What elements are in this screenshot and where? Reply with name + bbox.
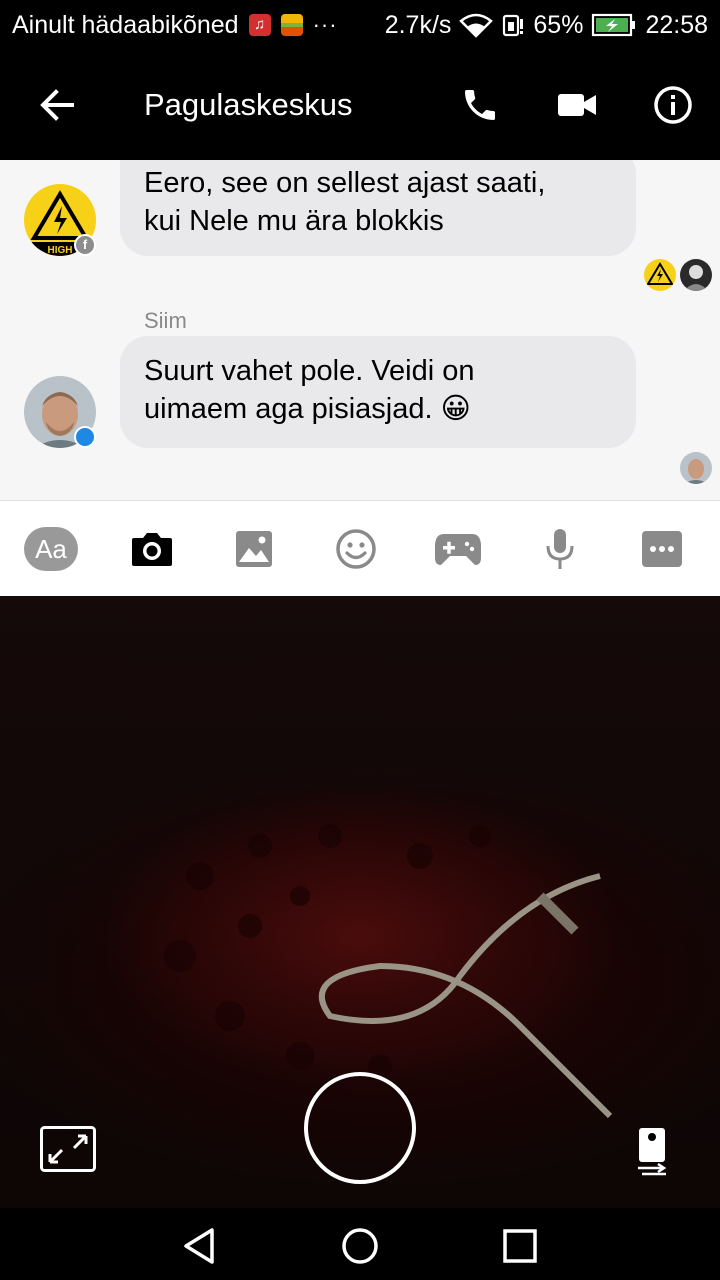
message-text-line: Eero, see on sellest ajast saati,	[144, 167, 546, 199]
messenger-badge-icon	[74, 426, 96, 448]
wifi-icon	[459, 13, 494, 38]
person-avatar-icon	[684, 265, 708, 291]
triangle-back-icon	[184, 1228, 214, 1264]
signal-icon	[503, 14, 524, 37]
status-bar: Ainult hädaabikõned ♫ ··· 2.7k/s 65% 22:…	[0, 0, 720, 50]
circle-home-icon	[342, 1228, 378, 1264]
nav-home-button[interactable]	[338, 1224, 382, 1268]
voice-message-button[interactable]	[532, 527, 588, 571]
clock: 22:58	[645, 10, 708, 39]
nav-recents-button[interactable]	[498, 1224, 542, 1268]
carrier-text: Ainult hädaabikõned	[12, 10, 239, 39]
svg-text:HIGH: HIGH	[48, 245, 73, 256]
message-text: uimaem aga pisiasjad.	[144, 393, 433, 425]
battery-percent: 65%	[533, 10, 584, 39]
seen-receipt-avatar	[680, 259, 712, 291]
sender-name: Siim	[144, 308, 187, 333]
camera-button[interactable]	[124, 527, 180, 571]
back-arrow-icon	[40, 89, 74, 121]
games-button[interactable]	[430, 527, 486, 571]
camera-icon	[132, 533, 172, 566]
message-bubble[interactable]: Suurt vahet pole. Veidi on uimaem aga pi…	[120, 336, 636, 448]
microphone-icon	[546, 529, 574, 569]
text-input-button[interactable]: Aa	[24, 527, 78, 571]
message-text-line: Suurt vahet pole. Veidi on	[144, 355, 475, 387]
grinning-face-emoji: 😀	[440, 393, 471, 425]
video-camera-icon	[558, 94, 596, 116]
music-app-icon: ♫	[248, 14, 271, 36]
switch-camera-button[interactable]	[628, 1124, 676, 1180]
message-list[interactable]: HIGH f Eero, see on sellest ajast saati,…	[0, 160, 720, 500]
app-bar: Pagulaskeskus	[0, 50, 720, 160]
message-bubble[interactable]: Eero, see on sellest ajast saati, kui Ne…	[120, 160, 636, 256]
expand-icon	[40, 1126, 96, 1172]
camera-viewfinder[interactable]	[0, 596, 720, 1208]
composer-toolbar: Aa	[0, 500, 720, 596]
image-icon	[236, 531, 272, 567]
more-options-button[interactable]	[634, 527, 690, 571]
more-notifications-icon: ···	[312, 12, 338, 37]
message-text-line: uimaem aga pisiasjad. 😀	[144, 390, 612, 428]
expand-button[interactable]	[40, 1126, 96, 1172]
message-text-line: kui Nele mu ära blokkis	[144, 205, 444, 237]
emoji-button[interactable]	[328, 527, 384, 571]
battery-charging-icon	[592, 13, 636, 37]
square-recents-icon	[503, 1229, 537, 1263]
phone-icon	[465, 90, 495, 120]
gallery-button[interactable]	[226, 527, 282, 571]
info-button[interactable]	[648, 80, 698, 130]
conversation-title: Pagulaskeskus	[144, 87, 353, 122]
facebook-badge-icon: f	[74, 234, 96, 256]
person-avatar-icon	[684, 459, 708, 484]
info-icon	[654, 86, 692, 124]
burger-app-icon	[280, 14, 303, 36]
network-speed: 2.7k/s	[384, 10, 452, 39]
flip-camera-icon	[638, 1128, 667, 1176]
more-icon	[642, 531, 682, 567]
nav-back-button[interactable]	[178, 1224, 222, 1268]
back-button[interactable]	[30, 83, 82, 127]
high-voltage-logo-icon	[646, 262, 674, 285]
seen-receipt-avatar	[680, 452, 712, 484]
navigation-bar	[0, 1208, 720, 1280]
shutter-button[interactable]	[304, 1072, 416, 1184]
voice-call-button[interactable]	[455, 80, 505, 130]
seen-receipt-avatar	[644, 259, 676, 291]
gamepad-icon	[435, 534, 481, 565]
smiley-icon	[336, 529, 376, 569]
video-call-button[interactable]	[552, 80, 602, 130]
